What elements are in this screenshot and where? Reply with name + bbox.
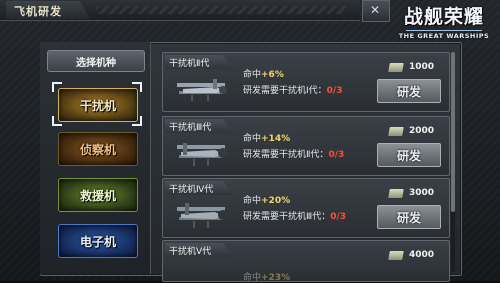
cost-value: 3000: [409, 188, 435, 198]
biplane-icon: [177, 203, 228, 228]
title-stripes: [96, 6, 346, 14]
sidebar-item-electronic[interactable]: 电子机: [58, 224, 138, 258]
requirement-text: 研发需要干扰机Ⅱ代：0/3: [243, 150, 345, 160]
hit-stat: 命中+14%: [243, 134, 291, 144]
requirement-text: 研发需要干扰机Ⅲ代：0/3: [243, 212, 347, 222]
plane-card: 干扰机Ⅲ代 命中+14% 研发需要干扰机Ⅱ代：0/3 2000 研发: [162, 116, 450, 176]
biplane-icon: [177, 143, 228, 166]
cost-value: 2000: [409, 126, 435, 136]
plane-card: 干扰机Ⅳ代 命中+20% 研发需要干扰机Ⅲ代：0/3 3000 研发: [162, 178, 450, 238]
currency-icon: [388, 127, 404, 136]
close-button[interactable]: ✕: [362, 0, 390, 22]
type-sidebar-heading: 选择机种: [47, 50, 145, 72]
sidebar-item-label: 侦察机: [79, 143, 116, 157]
research-button[interactable]: 研发: [377, 79, 441, 103]
currency-icon: [388, 63, 404, 72]
research-button[interactable]: 研发: [377, 143, 441, 167]
selection-indicator: [52, 82, 142, 126]
logo-subtitle: THE GREAT WARSHIPS: [398, 32, 490, 40]
biplane-icon: [177, 79, 227, 101]
title-bar: 飞机研发: [0, 0, 360, 21]
currency-icon: [388, 251, 404, 260]
hit-stat: 命中+20%: [243, 196, 291, 206]
sidebar-item-rescue[interactable]: 救援机: [58, 178, 138, 212]
plane-name: 干扰机Ⅱ代: [169, 59, 210, 69]
logo-divider: [406, 30, 482, 31]
hit-stat: 命中+23%: [243, 273, 291, 283]
cost-value: 4000: [409, 250, 435, 260]
sidebar-item-recon[interactable]: 侦察机: [58, 132, 138, 166]
scrollbar-thumb[interactable]: [451, 52, 455, 212]
plane-card: 干扰机Ⅴ代 命中+23% 4000: [162, 240, 450, 283]
plane-name: 干扰机Ⅴ代: [169, 247, 212, 257]
hit-stat: 命中+6%: [243, 70, 284, 80]
sidebar-item-label: 救援机: [79, 189, 116, 203]
plane-card: 干扰机Ⅱ代 命中+6% 研发需要干扰机Ⅰ代：0/3 1000 研发: [162, 52, 450, 112]
cost-value: 1000: [409, 62, 435, 72]
page-title: 飞机研发: [14, 5, 62, 18]
currency-icon: [388, 189, 404, 198]
plane-name: 干扰机Ⅳ代: [169, 185, 214, 195]
plane-name: 干扰机Ⅲ代: [169, 123, 212, 133]
requirement-text: 研发需要干扰机Ⅰ代：0/3: [243, 86, 343, 96]
sidebar-item-label: 电子机: [79, 235, 116, 249]
logo-title: 战舰荣耀: [403, 6, 484, 28]
close-icon: ✕: [370, 3, 381, 17]
research-button[interactable]: 研发: [377, 205, 441, 229]
